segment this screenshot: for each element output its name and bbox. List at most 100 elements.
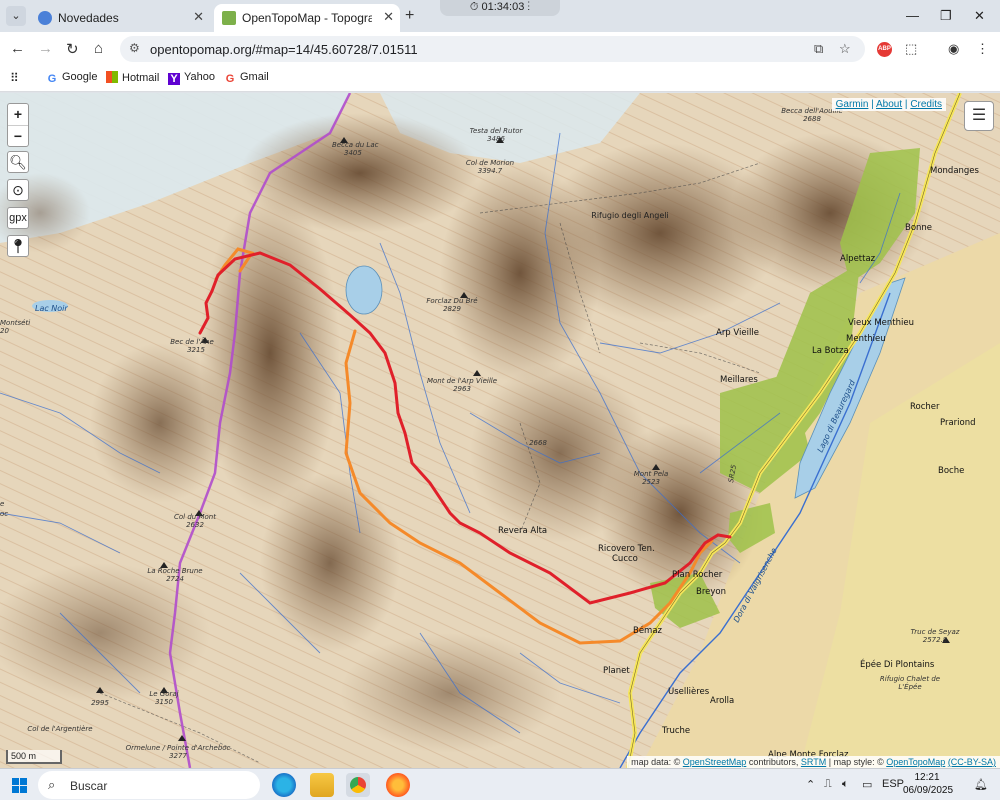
search-placeholder: Buscar bbox=[70, 779, 108, 793]
label-mont-pela: Mont Pela bbox=[634, 470, 669, 478]
label-arolla: Arolla bbox=[710, 696, 734, 706]
attr-text: map data: © bbox=[631, 757, 681, 767]
tray-chevron-icon[interactable]: ⌃ bbox=[806, 778, 815, 791]
label-elevation: 2523 bbox=[642, 478, 660, 486]
edge-icon[interactable] bbox=[272, 773, 296, 797]
battery-icon[interactable]: ▭ bbox=[862, 778, 872, 791]
bookmark-label: Google bbox=[62, 71, 98, 83]
language-indicator[interactable]: ESP bbox=[882, 778, 904, 790]
label-rifugio-epee: Rifugio Chalet de bbox=[880, 675, 940, 683]
close-window-icon[interactable]: ✕ bbox=[974, 8, 985, 24]
zoom-in-button[interactable]: + bbox=[8, 104, 28, 126]
notifications-icon[interactable]: 🔔︎ bbox=[974, 778, 988, 791]
home-icon[interactable]: ⌂ bbox=[94, 40, 103, 57]
topo-map[interactable]: Becca du Lac 3405 Testa del Rutor 3486 C… bbox=[0, 93, 1000, 768]
site-info-icon[interactable]: ⚙ bbox=[129, 41, 140, 55]
label-forclaz-bre: Forclaz Du Bré bbox=[426, 297, 478, 305]
label-col-morion: Col de Morion bbox=[466, 159, 514, 167]
close-tab-icon[interactable]: ✕ bbox=[383, 9, 394, 25]
label-usellieres: Usellières bbox=[668, 686, 710, 697]
menu-icon[interactable]: ⋮ bbox=[976, 41, 989, 57]
bookmark-gmail[interactable]: G Gmail bbox=[224, 71, 269, 85]
attribution-top: Garmin | About | Credits bbox=[831, 98, 946, 111]
label-menthieu: Menthieu bbox=[846, 334, 886, 344]
credits-link[interactable]: Credits bbox=[910, 99, 942, 110]
url-text[interactable]: opentopomap.org/#map=14/45.60728/7.01511 bbox=[150, 42, 418, 57]
label-bec-ane: Bec de l'Âne bbox=[170, 337, 214, 346]
browser-toolbar: ← → ↻ ⌂ ⚙ opentopomap.org/#map=14/45.607… bbox=[0, 32, 1000, 66]
label-edge: oc bbox=[0, 510, 8, 518]
label-elevation: 3405 bbox=[344, 149, 362, 157]
start-button[interactable] bbox=[12, 778, 28, 794]
reload-icon[interactable]: ↻ bbox=[66, 40, 79, 58]
file-explorer-icon[interactable] bbox=[310, 773, 334, 797]
profile-icon[interactable]: ◉ bbox=[948, 41, 959, 57]
restore-icon[interactable]: ❐ bbox=[940, 8, 952, 24]
label-truc-seyaz: Truc de Seyaz bbox=[911, 628, 960, 636]
gpx-button[interactable]: gpx bbox=[7, 207, 29, 229]
chrome-icon bbox=[38, 11, 52, 25]
opentopomap-link[interactable]: OpenTopoMap bbox=[886, 757, 945, 767]
bookmark-hotmail[interactable]: Hotmail bbox=[106, 71, 159, 84]
label-epee-plontains: Épée Di Plontains bbox=[860, 658, 935, 670]
adblock-extension-icon[interactable]: ABP bbox=[877, 42, 892, 57]
label-vieux-menthieu: Vieux Menthieu bbox=[848, 318, 914, 328]
new-tab-button[interactable]: + bbox=[405, 7, 414, 25]
translate-icon[interactable]: ⧉ bbox=[814, 41, 823, 57]
tab-opentopomap[interactable]: OpenTopoMap - Topographische Karte ✕ bbox=[214, 4, 400, 32]
label-arp-vieille: Arp Vieille bbox=[716, 328, 759, 338]
label-bemaz: Bémaz bbox=[633, 625, 663, 636]
windows-logo-icon bbox=[12, 778, 19, 785]
timer-text: 01:34:03 bbox=[481, 1, 525, 13]
zoom-control: + − bbox=[7, 103, 29, 147]
locate-button[interactable]: ⊙ bbox=[7, 179, 29, 201]
bookmark-star-icon[interactable]: ☆ bbox=[839, 41, 851, 57]
label-edge: e bbox=[0, 500, 4, 508]
minimize-icon[interactable]: — bbox=[906, 8, 919, 23]
label-boche: Boche bbox=[938, 466, 964, 476]
label-testa-rutor: Testa del Rutor bbox=[470, 127, 524, 135]
extensions-icon[interactable]: ⬚ bbox=[905, 41, 917, 57]
forward-icon[interactable]: → bbox=[38, 40, 53, 57]
osm-link[interactable]: OpenStreetMap bbox=[683, 757, 747, 767]
label-mont-arp: Mont de l'Arp Vieille bbox=[427, 377, 497, 385]
back-icon[interactable]: ← bbox=[10, 40, 25, 57]
label-breyon: Breyon bbox=[696, 587, 726, 597]
license-link[interactable]: (CC-BY-SA) bbox=[948, 757, 996, 767]
layers-menu-button[interactable]: ☰ bbox=[964, 101, 994, 131]
volume-icon[interactable]: 🔈︎ bbox=[842, 778, 849, 791]
crosshair-icon: ⊙ bbox=[12, 182, 24, 198]
apps-grid-icon[interactable]: ⠿ bbox=[10, 71, 19, 85]
bookmark-google[interactable]: G Google bbox=[46, 71, 98, 85]
zoom-out-button[interactable]: − bbox=[8, 126, 28, 148]
label-ricovero: Ricovero Ten. bbox=[598, 544, 655, 554]
close-tab-icon[interactable]: ✕ bbox=[193, 9, 204, 25]
firefox-icon[interactable] bbox=[386, 773, 410, 797]
address-bar[interactable]: ⚙ opentopomap.org/#map=14/45.60728/7.015… bbox=[120, 36, 865, 62]
about-link[interactable]: About bbox=[876, 99, 902, 110]
search-button[interactable]: 🔍︎ bbox=[7, 151, 29, 173]
system-clock[interactable]: 12:21 06/09/2025 bbox=[903, 771, 953, 797]
label-elevation: 3150 bbox=[155, 698, 173, 706]
network-icon[interactable]: ⎍ bbox=[824, 778, 832, 791]
marker-button[interactable]: 📍︎ bbox=[7, 235, 29, 257]
tab-novedades[interactable]: Novedades ✕ bbox=[30, 4, 210, 32]
taskbar-search[interactable]: ⌕ Buscar bbox=[38, 771, 260, 799]
srtm-link[interactable]: SRTM bbox=[801, 757, 826, 767]
yahoo-icon: Y bbox=[168, 73, 180, 85]
label-elevation: 2724 bbox=[166, 575, 184, 583]
label-rocher: Rocher bbox=[910, 402, 940, 412]
map-canvas[interactable]: Becca du Lac 3405 Testa del Rutor 3486 C… bbox=[0, 93, 1000, 768]
search-icon: 🔍︎ bbox=[9, 154, 27, 170]
label-truche: Truche bbox=[661, 726, 690, 736]
tab-search-button[interactable]: ⌄ bbox=[6, 6, 26, 26]
bookmark-label: Yahoo bbox=[184, 71, 215, 83]
search-icon: ⌕ bbox=[48, 777, 56, 792]
google-icon: G bbox=[47, 73, 57, 85]
label-montseti: Montséti bbox=[0, 319, 30, 327]
chrome-taskbar-button[interactable] bbox=[346, 773, 370, 797]
bookmark-yahoo[interactable]: Y Yahoo bbox=[168, 71, 215, 85]
garmin-link[interactable]: Garmin bbox=[836, 99, 869, 110]
tab-title: OpenTopoMap - Topographische Karte bbox=[242, 11, 372, 25]
chrome-icon bbox=[350, 777, 366, 793]
